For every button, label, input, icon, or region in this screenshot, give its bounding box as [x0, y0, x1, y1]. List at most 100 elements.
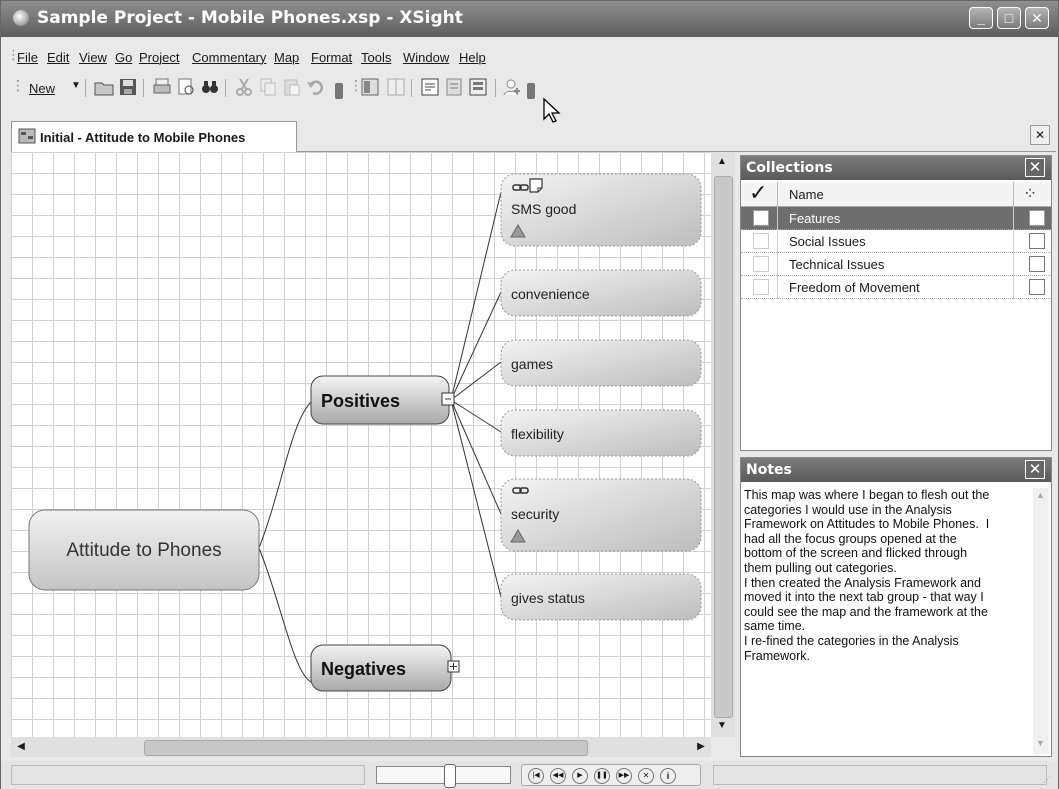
layout-split-icon[interactable] [385, 76, 407, 98]
fast-forward-icon[interactable]: ▶▶ [616, 768, 632, 784]
collapse-icon[interactable] [441, 392, 455, 406]
zoom-slider[interactable] [376, 764, 511, 788]
scroll-right-icon[interactable]: ▶ [693, 739, 709, 755]
map-tab-icon [18, 128, 36, 144]
toolbar: ⋮ New ▼ ⋮ [1, 71, 1058, 123]
info-icon[interactable]: i [660, 768, 676, 784]
scroll-down-icon[interactable]: ▼ [1036, 738, 1045, 748]
toolbar-separator [411, 79, 412, 97]
collections-panel: Collections ✕ ✓ Name ⁘ Features Social I… [740, 155, 1052, 451]
scroll-left-icon[interactable]: ◀ [13, 739, 29, 755]
zoom-slider-thumb[interactable] [444, 764, 456, 788]
expand-icon[interactable] [447, 660, 460, 673]
menu-go[interactable]: Go [115, 50, 132, 65]
collections-column-header: ✓ Name ⁘ [741, 180, 1051, 207]
menu-help[interactable]: Help [459, 50, 486, 65]
menu-map[interactable]: Map [274, 50, 299, 65]
mind-map: Attitude to Phones Positives Negatives S… [28, 173, 702, 692]
new-dropdown-arrow-icon[interactable]: ▼ [71, 80, 81, 91]
close-notes-icon[interactable]: ✕ [1025, 460, 1045, 479]
collection-row[interactable]: Social Issues [741, 230, 1051, 253]
collection-row-label: Technical Issues [789, 257, 885, 272]
minimize-button[interactable]: _ [969, 7, 993, 29]
menu-window[interactable]: Window [403, 50, 449, 65]
print-preview-icon[interactable] [175, 76, 197, 98]
menu-edit[interactable]: Edit [47, 50, 69, 65]
toolbar-overflow-icon[interactable] [335, 83, 343, 99]
rewind-icon[interactable]: ◀◀ [550, 768, 566, 784]
row-checkbox[interactable] [1029, 210, 1045, 226]
child-node-label: security [511, 506, 559, 522]
resize-grip-icon[interactable]: ⋰ [1043, 775, 1051, 784]
row-checkbox[interactable] [753, 210, 769, 226]
close-collections-icon[interactable]: ✕ [1025, 158, 1045, 177]
notes-view-icon[interactable] [419, 76, 441, 98]
row-checkbox[interactable] [1029, 233, 1045, 249]
note-icon [529, 178, 543, 193]
horizontal-scroll-thumb[interactable] [144, 740, 588, 756]
canvas-horizontal-scrollbar[interactable]: ◀ ▶ [11, 737, 711, 757]
copy-icon[interactable] [257, 76, 279, 98]
save-icon[interactable] [117, 76, 139, 98]
canvas-vertical-scrollbar[interactable]: ▲ ▼ [711, 152, 735, 737]
collection-row-selected[interactable]: Features [741, 207, 1051, 230]
menu-commentary[interactable]: Commentary [192, 50, 266, 65]
checkmark-icon[interactable]: ✓ [749, 180, 767, 206]
connector-line [450, 291, 502, 401]
negatives-node[interactable]: Negatives [310, 644, 452, 692]
close-button[interactable]: ✕ [1025, 7, 1049, 29]
connector-line [258, 401, 312, 549]
positives-node-label: Positives [321, 391, 400, 411]
collections-view-icon[interactable] [467, 76, 489, 98]
map-canvas[interactable]: Attitude to Phones Positives Negatives S… [11, 152, 711, 737]
collection-row[interactable]: Freedom of Movement [741, 276, 1051, 299]
scroll-down-icon[interactable]: ▼ [713, 718, 731, 734]
notes-text[interactable]: This map was where I began to flesh out … [744, 488, 1029, 750]
row-checkbox[interactable] [753, 233, 769, 249]
positives-node[interactable]: Positives [310, 375, 450, 425]
stop-icon[interactable]: ✕ [638, 768, 654, 784]
collection-row[interactable]: Technical Issues [741, 253, 1051, 276]
notes-header: Notes ✕ [741, 458, 1051, 482]
menu-bar: ⋮ File Edit View Go Project Commentary M… [1, 47, 1058, 69]
cut-icon[interactable] [233, 76, 255, 98]
paste-icon[interactable] [281, 76, 303, 98]
collection-row-label: Features [789, 211, 841, 226]
close-tab-icon[interactable]: ✕ [1030, 125, 1050, 145]
menu-view[interactable]: View [79, 50, 107, 65]
new-button[interactable]: New [29, 81, 55, 96]
scroll-up-icon[interactable]: ▲ [1036, 490, 1045, 500]
menu-tools[interactable]: Tools [361, 50, 391, 65]
menu-project[interactable]: Project [139, 50, 179, 65]
skip-back-icon[interactable]: |◀ [528, 768, 544, 784]
print-icon[interactable] [151, 76, 173, 98]
layout-left-panel-icon[interactable] [359, 76, 381, 98]
row-checkbox[interactable] [753, 279, 769, 295]
pause-icon[interactable]: ❚❚ [594, 768, 610, 784]
maximize-button[interactable]: □ [997, 7, 1021, 29]
toolbar-separator [225, 79, 226, 97]
root-node[interactable]: Attitude to Phones [28, 509, 260, 591]
find-binoculars-icon[interactable] [199, 76, 221, 98]
collection-row-label: Freedom of Movement [789, 280, 920, 295]
undo-icon[interactable] [305, 76, 327, 98]
menu-file[interactable]: File [17, 50, 38, 65]
tab-initial-attitude[interactable]: Initial - Attitude to Mobile Phones [11, 121, 297, 152]
scroll-up-icon[interactable]: ▲ [713, 154, 731, 170]
tab-bar: Initial - Attitude to Mobile Phones ✕ [11, 121, 1056, 152]
tab-label: Initial - Attitude to Mobile Phones [40, 130, 246, 145]
row-checkbox[interactable] [1029, 279, 1045, 295]
toolbar-overflow-icon[interactable] [527, 83, 535, 99]
document-view-icon[interactable] [443, 76, 465, 98]
row-checkbox[interactable] [753, 256, 769, 272]
child-node-label: gives status [511, 590, 585, 606]
column-name-header[interactable]: Name [789, 187, 824, 202]
collection-row-label: Social Issues [789, 234, 866, 249]
play-icon[interactable]: ▶ [572, 768, 588, 784]
add-person-icon[interactable] [501, 76, 523, 98]
open-folder-icon[interactable] [93, 76, 115, 98]
notes-scrollbar[interactable]: ▲ ▼ [1033, 488, 1049, 754]
menu-format[interactable]: Format [311, 50, 352, 65]
row-checkbox[interactable] [1029, 256, 1045, 272]
vertical-scroll-thumb[interactable] [714, 176, 733, 718]
